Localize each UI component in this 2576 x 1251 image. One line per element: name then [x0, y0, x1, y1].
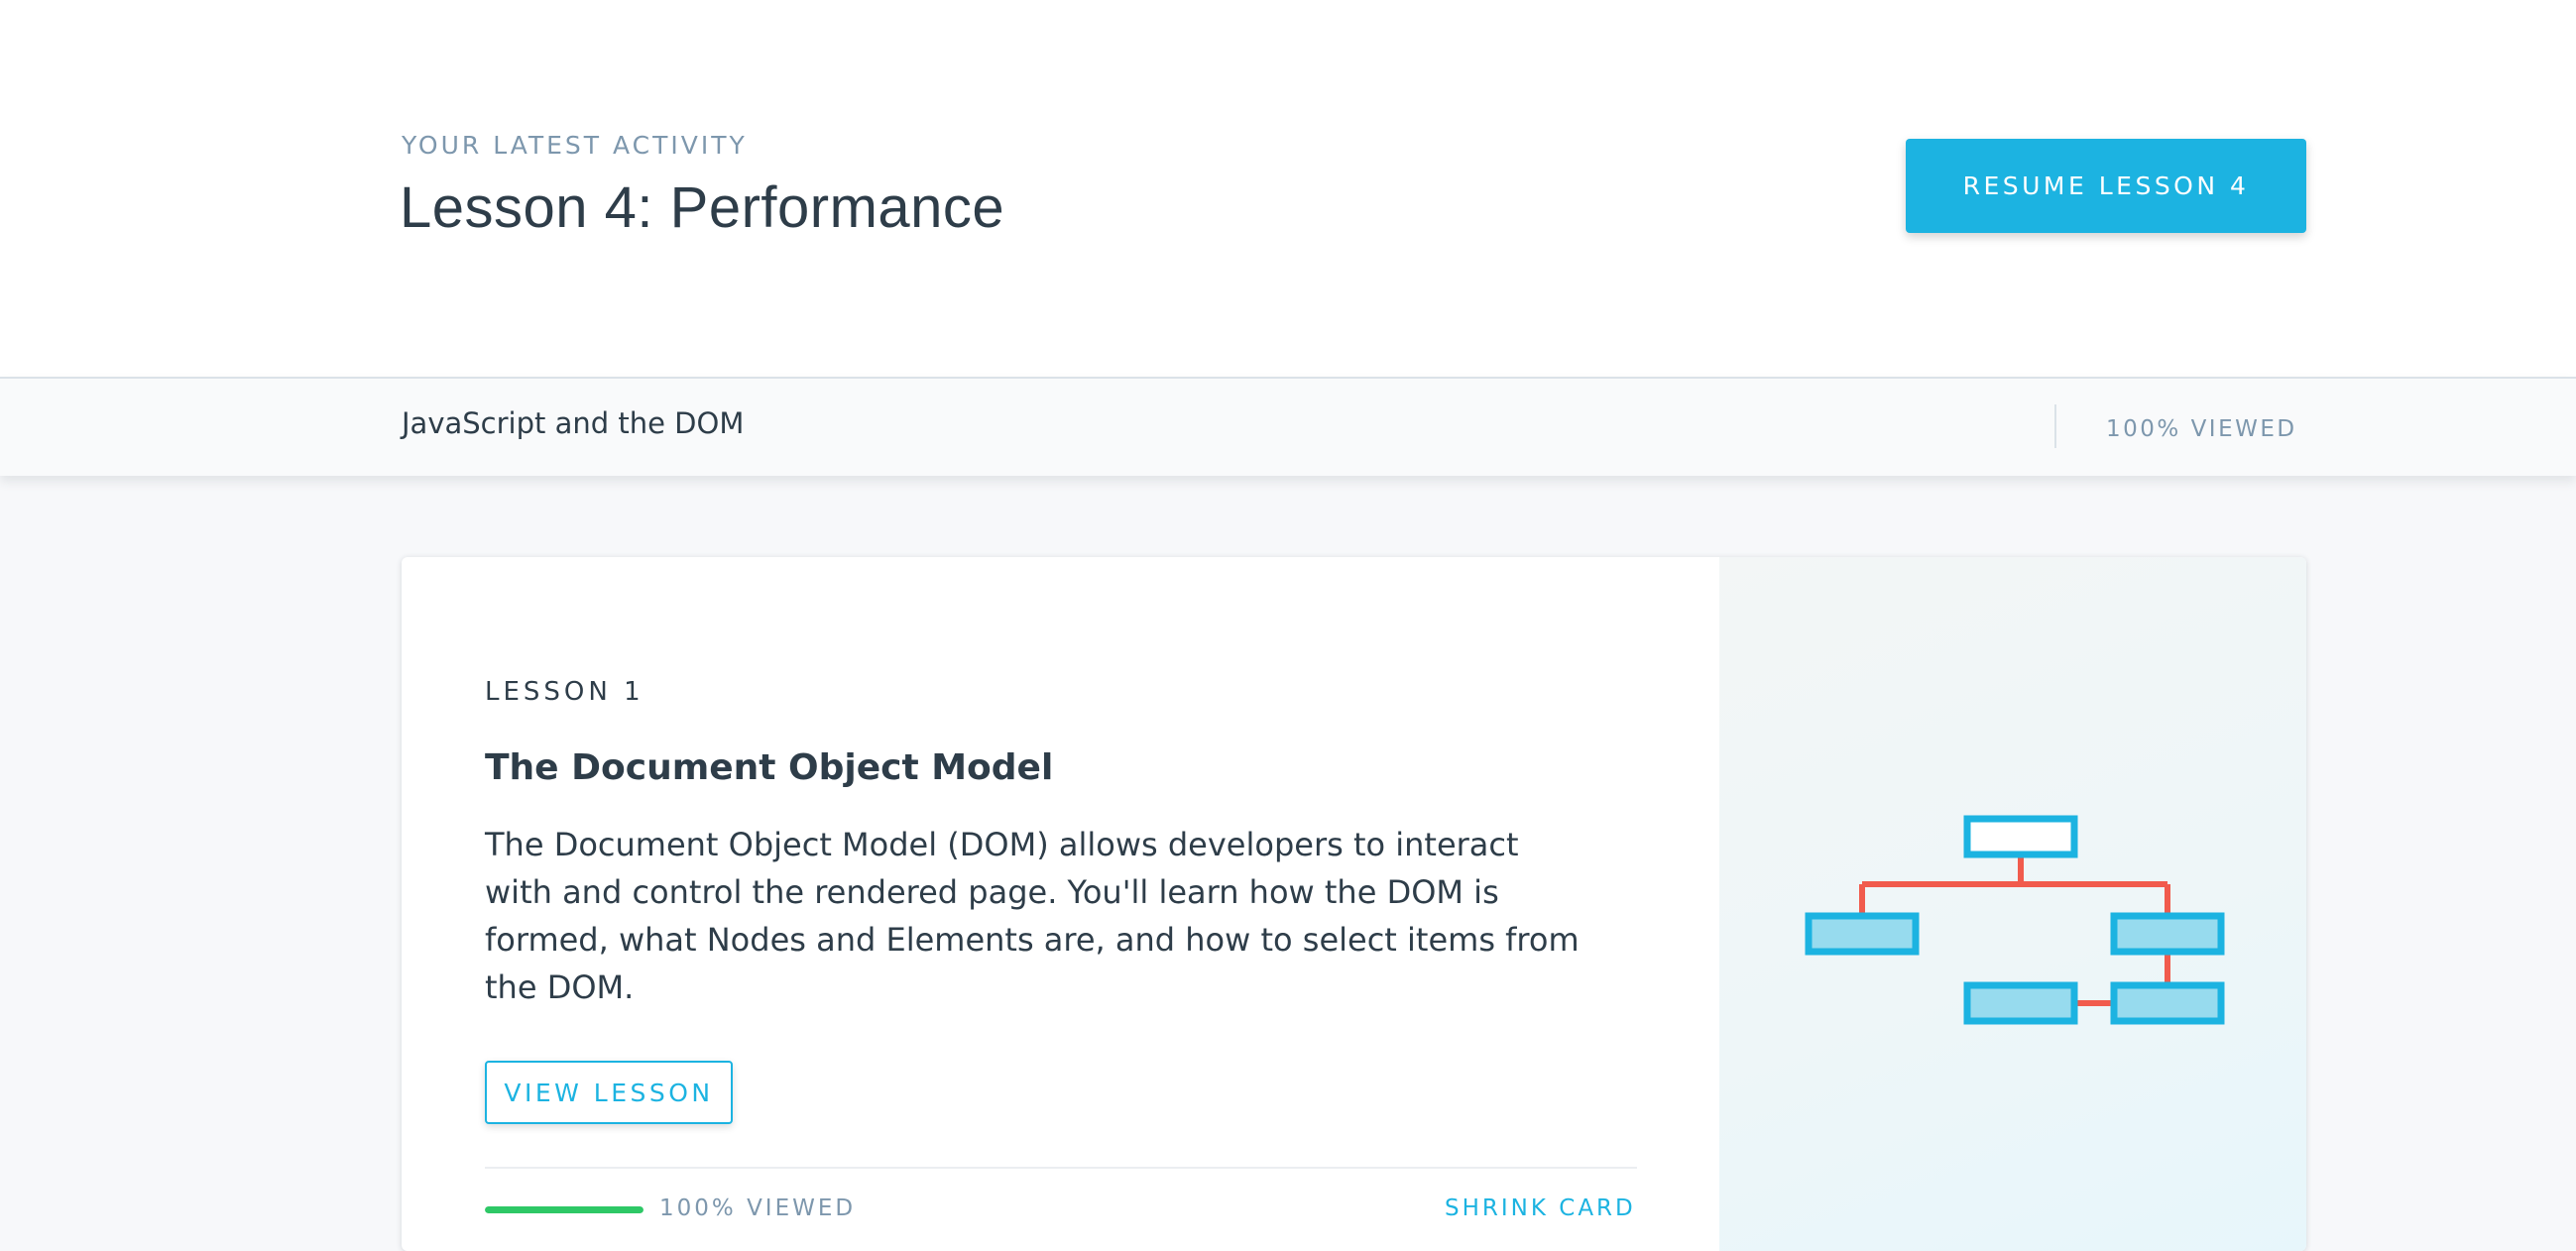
resume-lesson-button[interactable]: RESUME LESSON 4 [1906, 139, 2306, 233]
card-divider [485, 1167, 1637, 1169]
lesson-number: LESSON 1 [485, 677, 644, 707]
shrink-card-link[interactable]: SHRINK CARD [1445, 1195, 1636, 1221]
lesson-card: LESSON 1 The Document Object Model The D… [402, 557, 2306, 1251]
lesson-viewed-status: 100% VIEWED [659, 1195, 857, 1221]
lesson-progress-fill [485, 1206, 644, 1213]
latest-activity-label: YOUR LATEST ACTIVITY [402, 131, 748, 160]
page-title: Lesson 4: Performance [400, 175, 1005, 240]
dom-tree-icon [1805, 815, 2225, 1025]
course-name: JavaScript and the DOM [402, 406, 745, 440]
lesson-progress-bar [485, 1206, 644, 1213]
lesson-title: The Document Object Model [485, 747, 1054, 788]
latest-activity-header: YOUR LATEST ACTIVITY Lesson 4: Performan… [0, 0, 2576, 377]
course-viewed-status: 100% VIEWED [2106, 416, 2297, 442]
lesson-description: The Document Object Model (DOM) allows d… [485, 826, 1580, 1006]
view-lesson-button[interactable]: VIEW LESSON [485, 1061, 733, 1124]
divider [2054, 404, 2056, 448]
lesson-illustration [1719, 557, 2306, 1251]
course-progress-bar: JavaScript and the DOM 100% VIEWED [0, 377, 2576, 476]
